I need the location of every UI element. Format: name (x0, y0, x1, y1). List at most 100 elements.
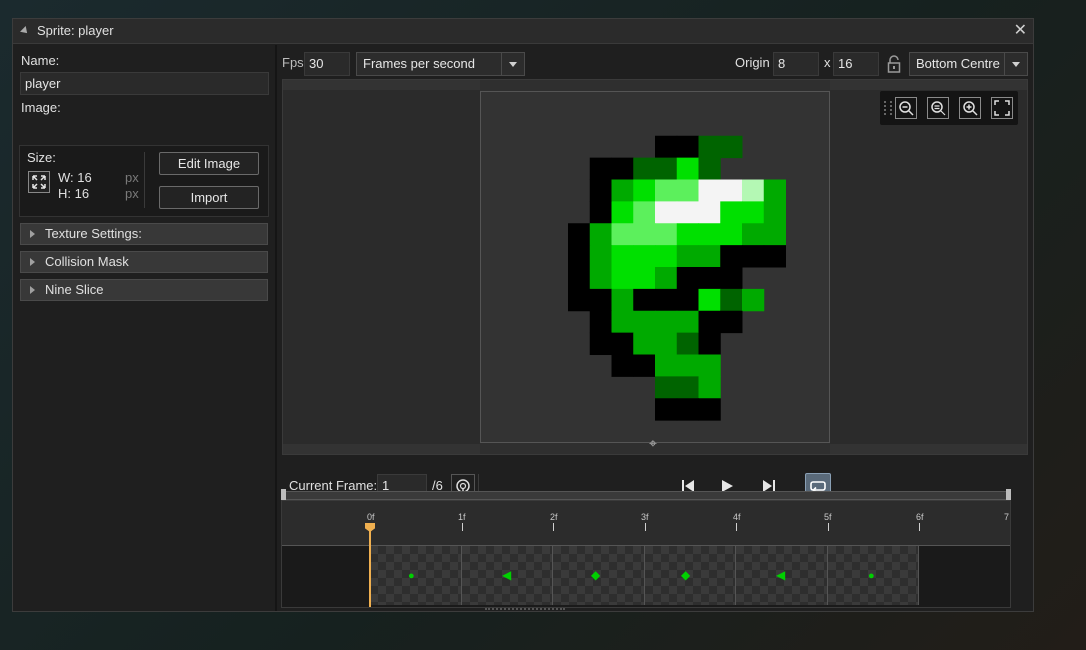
sprite-pixel (698, 398, 721, 421)
sprite-pixel (611, 354, 634, 377)
tick-mark (553, 523, 554, 531)
zoom-in-icon[interactable] (959, 97, 981, 119)
origin-crosshair-icon[interactable]: ⌖ (649, 435, 657, 452)
sprite-pixel (633, 201, 656, 224)
origin-y-field[interactable]: 16 (833, 52, 879, 76)
origin-x-field[interactable]: 8 (773, 52, 819, 76)
sprite-pixel (655, 157, 678, 181)
zoom-out-icon[interactable] (895, 97, 917, 119)
frame-timeline[interactable]: 0f 1f 2f 3f 4f 5f 6f 7 ● ◀ ◆ ◆ ◀ ● (281, 500, 1011, 608)
size-label: Size: (27, 150, 56, 165)
sprite-pixel (633, 157, 656, 181)
sprite-pixel (589, 288, 612, 312)
import-button[interactable]: Import (159, 186, 259, 209)
frame-thumbnail[interactable]: ● (370, 546, 462, 605)
zoom-reset-icon[interactable] (927, 97, 949, 119)
frame-thumbnail[interactable]: ◆ (645, 546, 736, 605)
sprite-pixel (742, 179, 765, 202)
sprite-pixel (655, 310, 678, 334)
sprite-pixel (676, 267, 699, 290)
sprite-pixel (676, 223, 699, 246)
timeline-scrollbar[interactable] (281, 489, 1011, 502)
sprite-image (480, 91, 830, 443)
chevron-down-icon (501, 53, 524, 75)
sprite-pixel (655, 398, 678, 421)
sprite-pixel (763, 179, 786, 202)
sprite-pixel (655, 267, 678, 290)
sprite-pixel (676, 201, 699, 224)
sprite-pixel (763, 201, 786, 224)
resize-grip[interactable] (485, 608, 565, 613)
fps-label: Fps (282, 55, 304, 70)
sprite-pixel (698, 223, 721, 246)
sprite-pixel (742, 223, 765, 246)
sprite-pixel (720, 310, 743, 334)
title-bar[interactable]: Sprite: player ✕ (13, 19, 1033, 44)
sprite-pixel (676, 245, 699, 268)
sprite-pixel (720, 201, 743, 224)
tick-mark (828, 523, 829, 531)
sprite-pixel (676, 332, 699, 356)
origin-label: Origin (735, 55, 770, 70)
sprite-pixel (763, 245, 786, 268)
sprite-pixel (589, 245, 612, 268)
sprite-pixel (676, 288, 699, 312)
sprite-pixel (655, 288, 678, 312)
image-label: Image: (21, 100, 61, 115)
name-label: Name: (21, 53, 60, 68)
origin-mode-dropdown[interactable]: Bottom Centre (909, 52, 1028, 76)
fps-field[interactable]: 30 (304, 52, 350, 76)
name-field[interactable]: player (20, 72, 269, 95)
drag-handle-icon[interactable] (884, 101, 892, 115)
origin-separator: x (824, 55, 831, 70)
sprite-pixel (633, 332, 656, 356)
tick-label: 7 (1004, 512, 1010, 522)
sprite-pixel (611, 332, 634, 356)
tick-label: 2f (550, 512, 558, 522)
sprite-pixel (698, 267, 721, 290)
frame-thumbnail[interactable]: ◀ (736, 546, 828, 605)
panel-divider[interactable] (275, 45, 277, 611)
image-size-box: Size: W: 16 H: 16 px px Edit Image Impor… (19, 145, 269, 217)
close-icon[interactable]: ✕ (1014, 20, 1027, 40)
sprite-pixel (633, 245, 656, 268)
sprite-pixel (611, 310, 634, 334)
sprite-pixel (698, 332, 721, 356)
fps-mode-dropdown[interactable]: Frames per second (356, 52, 525, 76)
playback-bar: Current Frame: 1 /6 (278, 457, 1033, 499)
sprite-pixel (568, 267, 591, 290)
sprite-pixel (742, 245, 765, 268)
frame-thumbnail[interactable]: ◆ (553, 546, 645, 605)
sprite-pixel (698, 135, 721, 159)
sprite-pixel (676, 179, 699, 202)
lock-icon[interactable] (886, 54, 902, 74)
sprite-canvas-area[interactable]: ⌖ (282, 79, 1028, 455)
frame-thumbnail[interactable]: ● (828, 546, 919, 605)
sprite-pixel (676, 135, 699, 159)
fps-mode-value: Frames per second (363, 56, 475, 71)
playhead-line[interactable] (369, 523, 371, 607)
nine-slice-section[interactable]: Nine Slice (20, 279, 268, 301)
sprite-pixel (655, 376, 678, 399)
fit-screen-icon[interactable] (991, 97, 1013, 119)
sprite-pixel (655, 223, 678, 246)
tick-label: 5f (824, 512, 832, 522)
sprite-pixel (611, 223, 634, 246)
section-label: Nine Slice (45, 282, 104, 297)
size-divider (144, 152, 145, 208)
resize-icon[interactable] (28, 171, 50, 193)
sprite-pixel (568, 288, 591, 312)
width-value: W: 16 (58, 170, 92, 185)
tick-label: 4f (733, 512, 741, 522)
collision-mask-section[interactable]: Collision Mask (20, 251, 268, 273)
tick-mark (736, 523, 737, 531)
texture-settings-section[interactable]: Texture Settings: (20, 223, 268, 245)
frame-thumbnail[interactable]: ◀ (462, 546, 553, 605)
sprite-pixel (676, 376, 699, 399)
tick-label: 1f (458, 512, 466, 522)
sprite-pixel (720, 267, 743, 290)
collapse-caret-icon[interactable] (20, 26, 30, 36)
sprite-pixel (655, 245, 678, 268)
edit-image-button[interactable]: Edit Image (159, 152, 259, 175)
sprite-pixel (698, 354, 721, 377)
